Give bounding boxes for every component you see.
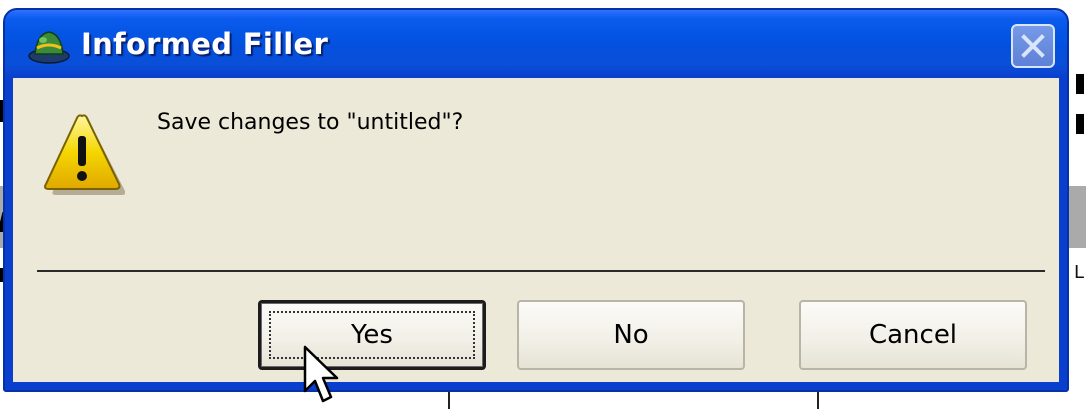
close-button[interactable]: [1011, 24, 1055, 68]
informed-filler-app-icon: [28, 31, 70, 64]
background-grid-line: [817, 392, 819, 409]
close-icon: [1021, 34, 1045, 58]
background-text-fragment: L: [1074, 262, 1085, 283]
dialog-title: Informed Filler: [81, 27, 329, 61]
no-button-label: No: [613, 320, 649, 350]
dialog-separator: [37, 270, 1045, 272]
background-text-fragment: [1076, 74, 1084, 94]
save-changes-dialog: Informed Filler Save changes to "untitle…: [3, 8, 1069, 392]
background-text-fragment: [1076, 114, 1084, 134]
cancel-button-label: Cancel: [868, 320, 958, 350]
cancel-button[interactable]: Cancel: [799, 300, 1027, 370]
yes-button[interactable]: Yes: [258, 300, 486, 370]
no-button[interactable]: No: [517, 300, 745, 370]
background-window-strip: [1068, 186, 1086, 248]
yes-button-label: Yes: [351, 320, 393, 350]
dialog-titlebar[interactable]: Informed Filler: [5, 10, 1067, 78]
background-grid-line: [448, 392, 450, 409]
warning-icon: [44, 114, 125, 195]
dialog-body: Save changes to "untitled"? Yes No Cance…: [13, 78, 1059, 382]
dialog-message: Save changes to "untitled"?: [157, 110, 464, 135]
